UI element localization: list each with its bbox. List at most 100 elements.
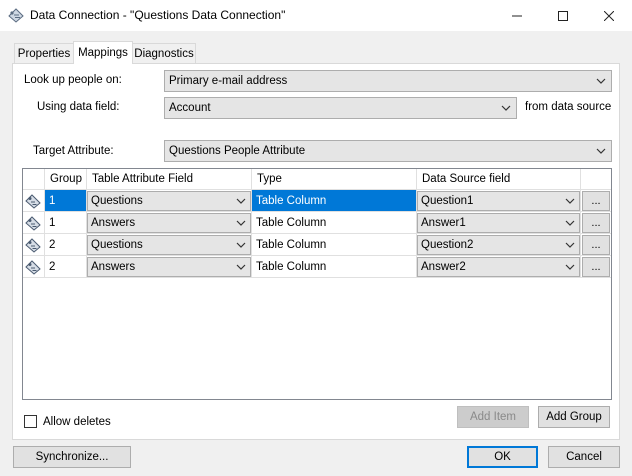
lookup-label: Look up people on: xyxy=(24,74,122,86)
close-icon xyxy=(604,10,614,21)
close-button[interactable] xyxy=(586,0,632,31)
tab-properties[interactable]: Properties xyxy=(14,43,74,63)
synchronize-button[interactable]: Synchronize... xyxy=(13,446,131,468)
group-cell[interactable]: 2 xyxy=(45,234,87,256)
row-icon-cell xyxy=(23,234,45,256)
field-dropdown[interactable]: Answers xyxy=(87,213,251,233)
action-cell: ... xyxy=(581,190,611,212)
table-row[interactable]: 1 Questions Table Column Question1... xyxy=(23,190,611,212)
minimize-icon xyxy=(512,15,522,16)
browse-button[interactable]: ... xyxy=(582,213,610,233)
source-cell: Answer2 xyxy=(417,256,581,278)
field-value: Questions xyxy=(91,239,143,251)
mapping-row-icon xyxy=(25,216,41,231)
lookup-value: Primary e-mail address xyxy=(169,75,288,87)
chevron-down-icon xyxy=(501,105,511,111)
lookup-dropdown[interactable]: Primary e-mail address xyxy=(164,70,612,92)
browse-button[interactable]: ... xyxy=(582,235,610,255)
source-value: Answer2 xyxy=(421,261,466,273)
type-cell[interactable]: Table Column xyxy=(252,190,417,212)
minimize-button[interactable] xyxy=(494,0,540,31)
type-cell[interactable]: Table Column xyxy=(252,234,417,256)
grid-header-action-col xyxy=(581,169,611,190)
group-cell[interactable]: 1 xyxy=(45,190,87,212)
grid-header-icon-col xyxy=(23,169,45,190)
source-cell: Question2 xyxy=(417,234,581,256)
action-cell: ... xyxy=(581,234,611,256)
tab-mappings[interactable]: Mappings xyxy=(73,41,133,64)
source-dropdown[interactable]: Answer1 xyxy=(417,213,580,233)
tab-diagnostics[interactable]: Diagnostics xyxy=(132,43,196,63)
chevron-down-icon xyxy=(596,148,606,154)
group-cell[interactable]: 2 xyxy=(45,256,87,278)
chevron-down-icon xyxy=(236,242,246,248)
ok-button[interactable]: OK xyxy=(467,446,538,468)
table-row[interactable]: 2 Answers Table Column Answer2... xyxy=(23,256,611,278)
grid-header-source[interactable]: Data Source field xyxy=(417,169,581,190)
allow-deletes-checkbox[interactable] xyxy=(24,415,37,428)
chevron-down-icon xyxy=(565,220,575,226)
field-cell: Answers xyxy=(87,212,252,234)
tab-properties-label: Properties xyxy=(17,47,71,60)
chevron-down-icon xyxy=(565,198,575,204)
source-value: Question1 xyxy=(421,195,474,207)
chevron-down-icon xyxy=(236,198,246,204)
action-cell: ... xyxy=(581,212,611,234)
field-cell: Answers xyxy=(87,256,252,278)
data-connection-icon xyxy=(8,8,24,23)
type-cell[interactable]: Table Column xyxy=(252,256,417,278)
source-cell: Question1 xyxy=(417,190,581,212)
grid-header-type[interactable]: Type xyxy=(252,169,417,190)
field-value: Answers xyxy=(91,261,136,273)
allow-deletes-label: Allow deletes xyxy=(43,416,111,428)
add-item-button[interactable]: Add Item xyxy=(457,406,529,428)
chevron-down-icon xyxy=(565,264,575,270)
source-dropdown[interactable]: Question2 xyxy=(417,235,580,255)
cancel-button[interactable]: Cancel xyxy=(548,446,620,468)
row-icon-cell xyxy=(23,212,45,234)
chevron-down-icon xyxy=(236,220,246,226)
using-field-label: Using data field: xyxy=(37,101,120,113)
field-value: Questions xyxy=(91,195,143,207)
maximize-button[interactable] xyxy=(540,0,586,31)
grid-header-field[interactable]: Table Attribute Field xyxy=(87,169,252,190)
table-row[interactable]: 2 Questions Table Column Question2... xyxy=(23,234,611,256)
field-value: Answers xyxy=(91,217,136,229)
browse-button[interactable]: ... xyxy=(582,191,610,211)
type-cell[interactable]: Table Column xyxy=(252,212,417,234)
tab-diagnostics-label: Diagnostics xyxy=(134,47,194,60)
source-dropdown[interactable]: Question1 xyxy=(417,191,580,211)
browse-button[interactable]: ... xyxy=(582,257,610,277)
field-cell: Questions xyxy=(87,190,252,212)
field-dropdown[interactable]: Questions xyxy=(87,235,251,255)
row-icon-cell xyxy=(23,190,45,212)
title-bar: Data Connection - "Questions Data Connec… xyxy=(0,0,632,31)
action-cell: ... xyxy=(581,256,611,278)
source-dropdown[interactable]: Answer2 xyxy=(417,257,580,277)
field-cell: Questions xyxy=(87,234,252,256)
chevron-down-icon xyxy=(596,78,606,84)
using-field-value: Account xyxy=(169,102,211,114)
source-value: Answer1 xyxy=(421,217,466,229)
mapping-row-icon xyxy=(25,194,41,209)
mapping-row-icon xyxy=(25,238,41,253)
chevron-down-icon xyxy=(236,264,246,270)
target-attribute-dropdown[interactable]: Questions People Attribute xyxy=(164,140,612,162)
tab-mappings-label: Mappings xyxy=(78,47,128,59)
window-title: Data Connection - "Questions Data Connec… xyxy=(30,8,286,22)
chevron-down-icon xyxy=(565,242,575,248)
target-attribute-value: Questions People Attribute xyxy=(169,145,306,157)
field-dropdown[interactable]: Answers xyxy=(87,257,251,277)
using-field-dropdown[interactable]: Account xyxy=(164,97,517,119)
source-value: Question2 xyxy=(421,239,474,251)
add-group-button[interactable]: Add Group xyxy=(538,406,610,428)
table-row[interactable]: 1 Answers Table Column Answer1... xyxy=(23,212,611,234)
from-data-source-label: from data source xyxy=(525,101,612,113)
group-cell[interactable]: 1 xyxy=(45,212,87,234)
source-cell: Answer1 xyxy=(417,212,581,234)
grid-header-group[interactable]: Group xyxy=(45,169,87,190)
mappings-grid: Group Table Attribute Field Type Data So… xyxy=(22,168,612,400)
row-icon-cell xyxy=(23,256,45,278)
mapping-row-icon xyxy=(25,260,41,275)
field-dropdown[interactable]: Questions xyxy=(87,191,251,211)
